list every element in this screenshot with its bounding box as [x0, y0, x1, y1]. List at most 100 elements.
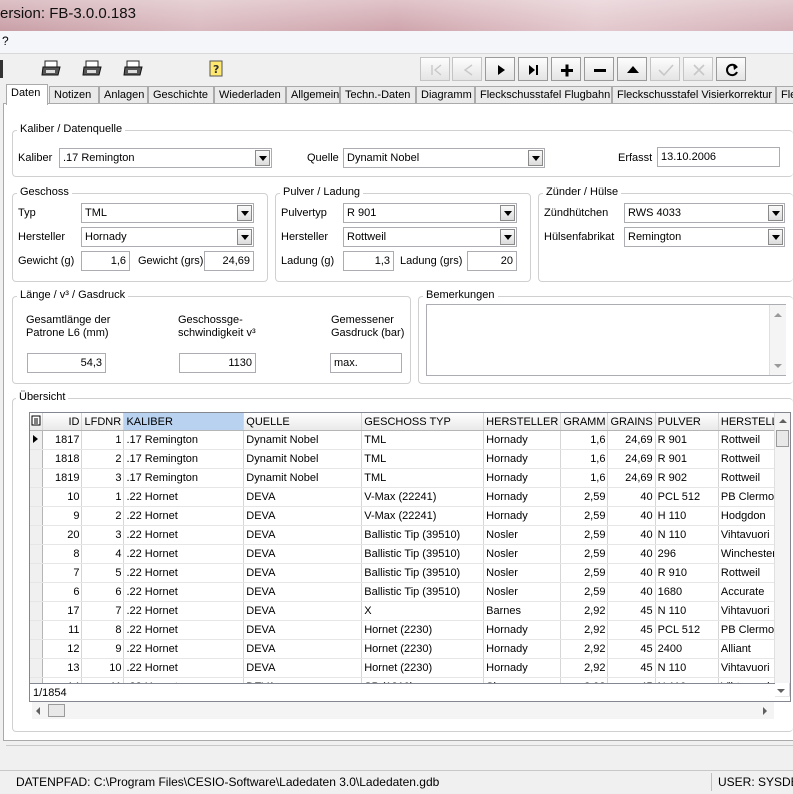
table-cell[interactable]: Hornet (2230) [361, 620, 485, 640]
chevron-down-icon[interactable] [237, 205, 252, 221]
table-row[interactable]: 8 4.22 Hornet DEVA Ballistic Tip (39510) Nos… [30, 544, 790, 564]
nav-insert-button[interactable] [551, 57, 581, 81]
table-cell[interactable]: 2,59 [560, 544, 609, 564]
table-cell[interactable]: 1819 [42, 468, 83, 488]
gewicht-grs-field[interactable]: 24,69 [204, 251, 254, 271]
table-cell[interactable]: 11 [42, 620, 83, 640]
chevron-down-icon[interactable] [237, 229, 252, 245]
table-cell[interactable]: Hornet (2230) [361, 658, 485, 678]
table-cell[interactable]: 24,69 [607, 449, 656, 469]
row-indicator[interactable] [30, 449, 43, 469]
row-indicator[interactable] [30, 639, 43, 659]
column-header-pulver[interactable]: PULVER [655, 413, 719, 431]
table-cell[interactable]: Hornady [483, 449, 562, 469]
table-cell[interactable]: 40 [607, 487, 656, 507]
table-cell[interactable]: .17 Remington [123, 430, 245, 450]
table-cell[interactable]: 2,92 [560, 601, 609, 621]
table-row[interactable]: 10 1.22 Hornet DEVA V-Max (22241) Hornady 2,5… [30, 487, 790, 507]
table-cell[interactable]: DEVA [243, 506, 363, 526]
row-indicator[interactable] [30, 506, 43, 526]
row-indicator[interactable] [30, 620, 43, 640]
table-cell[interactable]: 1 [81, 487, 125, 507]
table-cell[interactable]: .22 Hornet [123, 506, 245, 526]
table-cell[interactable]: N 110 [655, 658, 719, 678]
table-cell[interactable]: DEVA [243, 620, 363, 640]
geschoss-hersteller-combo[interactable]: Hornady [81, 227, 254, 247]
bemerkungen-textarea[interactable] [426, 304, 786, 376]
table-cell[interactable]: .22 Hornet [123, 487, 245, 507]
table-row[interactable]: 20 3.22 Hornet DEVA Ballistic Tip (39510) No… [30, 525, 790, 545]
table-cell[interactable]: 2,59 [560, 582, 609, 602]
nav-first-button[interactable] [420, 57, 450, 81]
table-cell[interactable]: TML [361, 430, 485, 450]
gewicht-g-field[interactable]: 1,6 [81, 251, 130, 271]
table-cell[interactable]: 9 [42, 506, 83, 526]
row-indicator[interactable] [30, 487, 43, 507]
table-cell[interactable]: 45 [607, 639, 656, 659]
table-cell[interactable]: 40 [607, 525, 656, 545]
table-row[interactable]: 17 7.22 Hornet DEVA X Barnes 2,92 45 N 110 Vihta… [30, 601, 790, 621]
column-header-geschoss-typ[interactable]: GESCHOSS TYP [361, 413, 485, 431]
table-cell[interactable]: R 902 [655, 468, 719, 488]
table-cell[interactable]: Nosler [483, 544, 562, 564]
grid-scroll-thumb[interactable] [776, 430, 789, 447]
nav-last-button[interactable] [518, 57, 548, 81]
kaliber-combo[interactable]: .17 Remington [59, 148, 272, 168]
table-cell[interactable]: Nosler [483, 525, 562, 545]
table-cell[interactable]: 1,6 [560, 449, 609, 469]
table-cell[interactable]: R 901 [655, 449, 719, 469]
column-header-hersteller[interactable]: HERSTELLER [483, 413, 562, 431]
table-cell[interactable]: 2,59 [560, 525, 609, 545]
table-cell[interactable]: 6 [81, 582, 125, 602]
table-cell[interactable]: Dynamit Nobel [243, 430, 363, 450]
table-cell[interactable]: TML [361, 468, 485, 488]
table-cell[interactable]: 7 [81, 601, 125, 621]
tab-diagramm[interactable]: Diagramm [416, 86, 475, 104]
table-cell[interactable]: .22 Hornet [123, 620, 245, 640]
row-indicator[interactable] [30, 582, 43, 602]
table-cell[interactable]: 40 [607, 563, 656, 583]
table-cell[interactable]: 45 [607, 620, 656, 640]
table-cell[interactable]: Ballistic Tip (39510) [361, 525, 485, 545]
chevron-down-icon[interactable] [768, 229, 783, 245]
geschoss-typ-combo[interactable]: TML [81, 203, 254, 223]
table-cell[interactable]: 1817 [42, 430, 83, 450]
tab-allgemein[interactable]: Allgemein [286, 86, 340, 104]
quelle-combo[interactable]: Dynamit Nobel [343, 148, 545, 168]
column-header-lfdnr[interactable]: LFDNR [81, 413, 125, 431]
table-row[interactable]: 9 2.22 Hornet DEVA V-Max (22241) Hornady 2,59… [30, 506, 790, 526]
row-indicator[interactable] [30, 658, 43, 678]
ladung-g-field[interactable]: 1,3 [343, 251, 394, 271]
row-indicator[interactable] [30, 601, 43, 621]
table-cell[interactable]: 24,69 [607, 468, 656, 488]
tab-techn-daten[interactable]: Techn.-Daten [340, 86, 416, 104]
table-cell[interactable]: 2400 [655, 639, 719, 659]
table-cell[interactable]: 2 [81, 506, 125, 526]
table-row[interactable]: 11 8.22 Hornet DEVA Hornet (2230) Hornady 2,9… [30, 620, 790, 640]
table-cell[interactable]: 2,59 [560, 563, 609, 583]
table-row[interactable]: 1819 3.17 Remington Dynamit Nobel TML Hornad… [30, 468, 790, 488]
nav-edit-button[interactable] [617, 57, 647, 81]
scroll-down-icon[interactable] [774, 364, 782, 368]
v3-field[interactable]: 1130 [179, 353, 256, 373]
table-cell[interactable]: 2,92 [560, 639, 609, 659]
table-cell[interactable]: 9 [81, 639, 125, 659]
table-cell[interactable]: DEVA [243, 639, 363, 659]
erfasst-field[interactable]: 13.10.2006 [657, 147, 780, 167]
table-cell[interactable]: 2,59 [560, 506, 609, 526]
table-cell[interactable]: N 110 [655, 601, 719, 621]
table-cell[interactable]: 40 [607, 544, 656, 564]
scroll-down-icon[interactable] [777, 689, 785, 693]
table-cell[interactable]: .22 Hornet [123, 563, 245, 583]
table-cell[interactable]: H 110 [655, 506, 719, 526]
table-cell[interactable]: 4 [81, 544, 125, 564]
pulver-hersteller-combo[interactable]: Rottweil [343, 227, 517, 247]
table-cell[interactable]: N 110 [655, 525, 719, 545]
l6-field[interactable]: 54,3 [27, 353, 106, 373]
table-cell[interactable]: .22 Hornet [123, 544, 245, 564]
table-cell[interactable]: DEVA [243, 563, 363, 583]
tab-fleckschusstafel-flugbahn[interactable]: Fleckschusstafel Flugbahn [475, 86, 612, 104]
table-cell[interactable]: V-Max (22241) [361, 506, 485, 526]
table-cell[interactable]: V-Max (22241) [361, 487, 485, 507]
table-cell[interactable]: .22 Hornet [123, 525, 245, 545]
